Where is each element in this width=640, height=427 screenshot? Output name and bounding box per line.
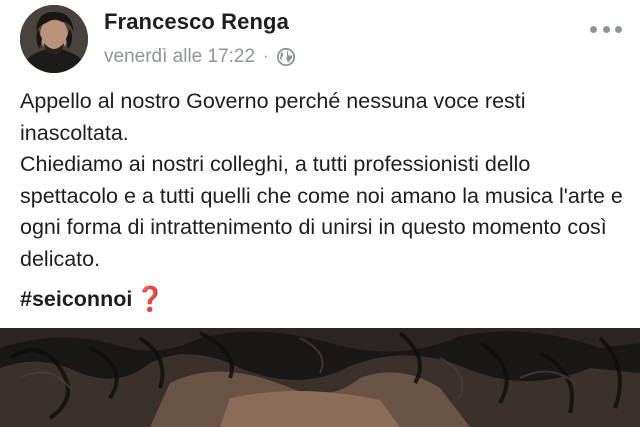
post-photo-image	[0, 328, 640, 427]
author-avatar[interactable]	[20, 5, 88, 73]
hashtag-row: #seiconnoi ❓	[20, 284, 624, 316]
more-options-icon	[602, 25, 610, 33]
meta-separator: ·	[263, 48, 269, 65]
avatar-photo	[20, 5, 88, 73]
globe-icon[interactable]	[276, 47, 296, 67]
post-text-paragraph: Appello al nostro Governo perché nessuna…	[20, 89, 526, 145]
post-timestamp[interactable]: venerdì alle 17:22	[104, 46, 255, 68]
more-options-icon	[590, 25, 597, 33]
post-text-paragraph: Chiediamo ai nostri colleghi, a tutti pr…	[20, 152, 623, 271]
more-options-icon	[615, 25, 622, 33]
more-options-button[interactable]	[590, 22, 622, 36]
post-meta: venerdì alle 17:22 ·	[104, 44, 296, 70]
author-name[interactable]: Francesco Renga	[104, 9, 289, 35]
hashtag-link[interactable]: #seiconnoi	[20, 284, 132, 316]
post-photo[interactable]	[0, 328, 640, 427]
post-header: Francesco Renga venerdì alle 17:22 ·	[0, 0, 640, 80]
question-mark-emoji: ❓	[135, 284, 166, 313]
post-text: Appello al nostro Governo perché nessuna…	[20, 86, 624, 315]
